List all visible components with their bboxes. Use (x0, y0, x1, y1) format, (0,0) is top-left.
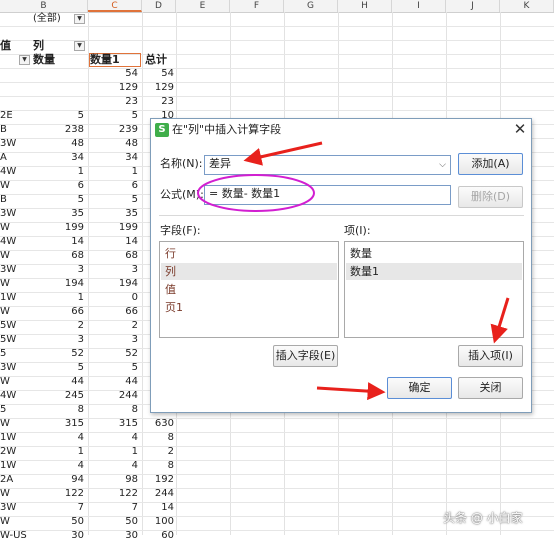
annotation-overlay (197, 141, 510, 401)
annotation-arrow-insert-item (490, 297, 510, 344)
annotation-arrow-name (243, 141, 323, 166)
annotation-arrow-ok (316, 382, 386, 401)
annotation-ellipse-formula (197, 174, 315, 212)
